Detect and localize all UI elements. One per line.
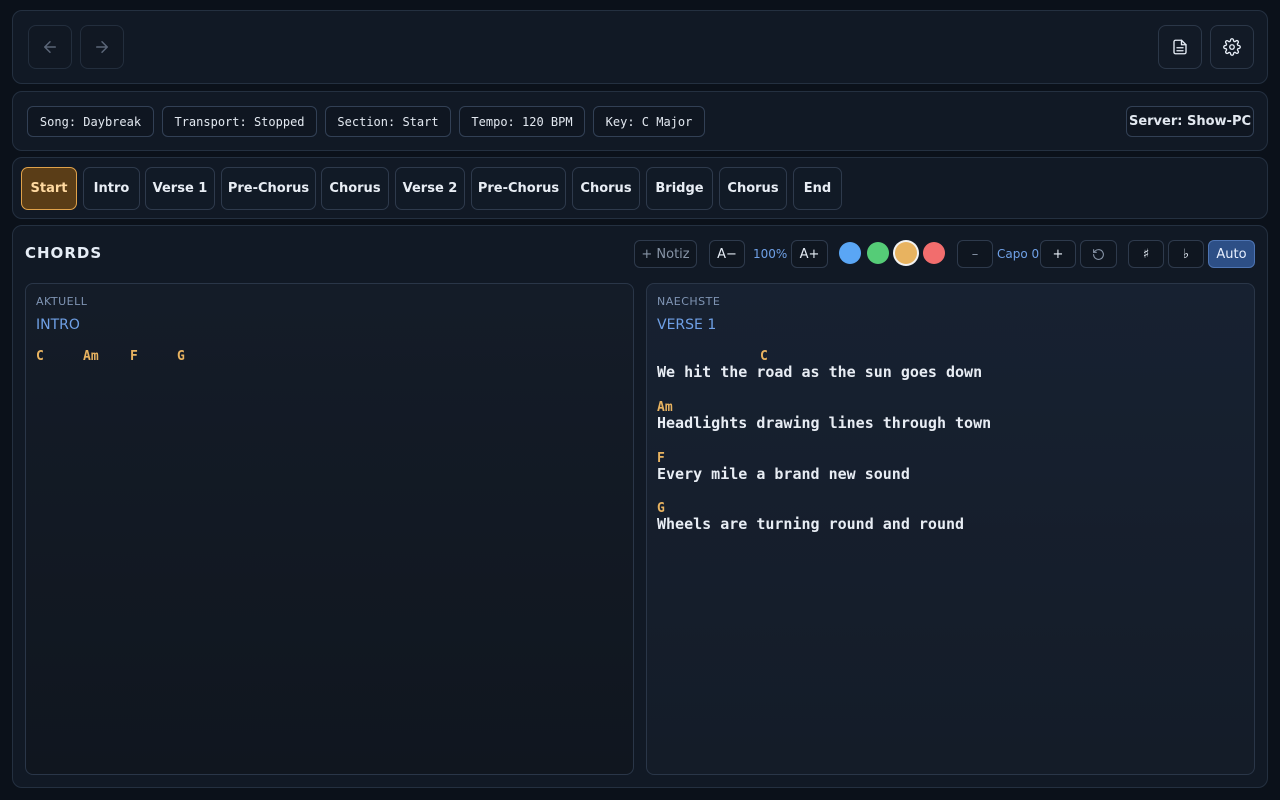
auto-button[interactable]: Auto (1208, 240, 1255, 268)
chord: G (177, 349, 185, 364)
current-section-pane: AKTUELL INTRO C Am F G (25, 283, 634, 775)
add-note-button[interactable]: + Notiz (634, 240, 697, 268)
tempo-chip: Tempo: 120 BPM (459, 106, 585, 137)
color-swatch-green[interactable] (867, 242, 889, 264)
chord: C (36, 349, 44, 364)
section-button-pre-chorus[interactable]: Pre-Chorus (221, 167, 316, 210)
section-button-start[interactable]: Start (21, 167, 77, 210)
gear-icon (1223, 38, 1241, 56)
font-increase-button[interactable]: A+ (791, 240, 828, 268)
chord: Am (83, 349, 99, 364)
section-chip: Section: Start (325, 106, 451, 137)
capo-increase-button[interactable]: + (1040, 240, 1076, 268)
section-button-pre-chorus[interactable]: Pre-Chorus (471, 167, 566, 210)
next-section-pane: NAECHSTE VERSE 1 C We hit the road as th… (646, 283, 1255, 775)
sharp-button[interactable]: ♯ (1128, 240, 1164, 268)
font-decrease-button[interactable]: A− (709, 240, 745, 268)
section-bar: Start Intro Verse 1 Pre-Chorus Chorus Ve… (12, 157, 1268, 219)
forward-button[interactable] (80, 25, 124, 69)
section-button-end[interactable]: End (793, 167, 842, 210)
document-button[interactable] (1158, 25, 1202, 69)
line-chord: G (657, 501, 665, 516)
reset-icon (1093, 248, 1104, 260)
section-button-bridge[interactable]: Bridge (646, 167, 713, 210)
next-label: NAECHSTE (657, 295, 721, 308)
zoom-level: 100% (753, 247, 788, 261)
line-lyric: Every mile a brand new sound (657, 465, 910, 483)
flat-button[interactable]: ♭ (1168, 240, 1204, 268)
settings-button[interactable] (1210, 25, 1254, 69)
section-button-chorus[interactable]: Chorus (719, 167, 787, 210)
capo-decrease-button[interactable]: – (957, 240, 993, 268)
color-swatch-red[interactable] (923, 242, 945, 264)
chords-panel: CHORDS + Notiz A− 100% A+ – Capo 0 + ♯ ♭… (12, 225, 1268, 788)
line-chord: C (760, 349, 768, 364)
server-chip: Server: Show-PC (1126, 106, 1254, 137)
transport-chip: Transport: Stopped (162, 106, 317, 137)
line-chord: F (657, 451, 665, 466)
key-chip: Key: C Major (593, 106, 705, 137)
line-chord: Am (657, 400, 673, 415)
line-lyric: Wheels are turning round and round (657, 515, 965, 533)
reset-button[interactable] (1080, 240, 1117, 268)
line-lyric: We hit the road as the sun goes down (657, 363, 983, 381)
section-button-verse-2[interactable]: Verse 2 (395, 167, 465, 210)
section-button-intro[interactable]: Intro (83, 167, 140, 210)
arrow-left-icon (44, 41, 56, 53)
back-button[interactable] (28, 25, 72, 69)
line-lyric: Headlights drawing lines through town (657, 414, 992, 432)
arrow-right-icon (96, 41, 108, 53)
status-bar: Song: Daybreak Transport: Stopped Sectio… (12, 91, 1268, 151)
section-button-verse-1[interactable]: Verse 1 (145, 167, 215, 210)
next-section-name: VERSE 1 (657, 317, 717, 333)
chord: F (130, 349, 138, 364)
color-swatch-amber[interactable] (895, 242, 917, 264)
current-label: AKTUELL (36, 295, 88, 308)
chords-title: CHORDS (25, 244, 103, 262)
section-button-chorus[interactable]: Chorus (572, 167, 640, 210)
document-icon (1173, 39, 1187, 55)
current-section-name: INTRO (36, 317, 80, 333)
capo-label: Capo 0 (997, 247, 1040, 261)
top-nav-bar (12, 10, 1268, 84)
color-swatch-blue[interactable] (839, 242, 861, 264)
song-chip: Song: Daybreak (27, 106, 154, 137)
section-button-chorus[interactable]: Chorus (321, 167, 389, 210)
